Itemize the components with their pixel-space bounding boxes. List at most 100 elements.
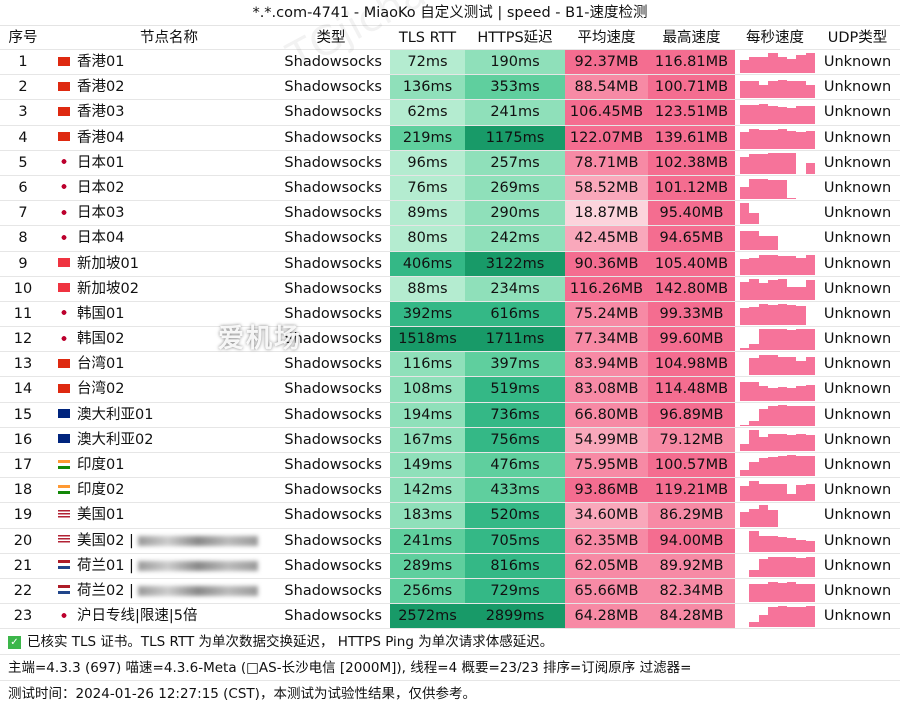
speed-bar (740, 308, 750, 326)
node-name: 日本04 (46, 226, 280, 250)
speed-bar (749, 461, 759, 477)
table-row[interactable]: 20 美国02 | Shadowsocks 241ms 705ms 62.35M… (0, 528, 900, 554)
node-name: 新加坡01 (46, 252, 280, 276)
per-second-speed-chart (735, 176, 815, 200)
index: 11 (13, 305, 33, 322)
speed-bar (786, 356, 797, 376)
max-speed: 99.60MB (648, 327, 735, 352)
node-name: 香港02 (46, 75, 280, 99)
index: 8 (18, 230, 28, 247)
speed-bar (758, 409, 769, 426)
tls-rtt: 116ms (390, 352, 465, 377)
max-speed: 119.21MB (648, 478, 735, 503)
speed-bar (758, 153, 769, 174)
table-row[interactable]: 15 澳大利亚01 Shadowsocks 194ms 736ms 66.80M… (0, 402, 900, 428)
udp-type: Unknown (823, 79, 892, 96)
index: 21 (13, 557, 33, 574)
https-latency: 729ms (465, 578, 565, 604)
speed-bar (758, 56, 769, 74)
table-row[interactable]: 4 香港04 Shadowsocks 219ms 1175ms 122.07MB… (0, 125, 900, 151)
table-row[interactable]: 5 日本01 Shadowsocks 96ms 257ms 78.71MB 10… (0, 150, 900, 176)
table-row[interactable]: 3 香港03 Shadowsocks 62ms 241ms 106.45MB 1… (0, 100, 900, 126)
per-second-speed-chart (735, 327, 815, 351)
https-latency: 290ms (465, 201, 565, 226)
per-second-speed-chart (735, 126, 815, 150)
table-row[interactable]: 16 澳大利亚02 Shadowsocks 167ms 756ms 54.99M… (0, 427, 900, 453)
node-name: 荷兰02 | (46, 579, 280, 603)
speed-bar (777, 106, 787, 124)
udp-type: Unknown (823, 305, 892, 322)
node-name: 日本01 (46, 151, 280, 175)
speed-bar (749, 421, 759, 426)
table-row[interactable]: 12 韩国02 Shadowsocks 1518ms 1711ms 77.34M… (0, 327, 900, 353)
table-row[interactable]: 18 印度02 Shadowsocks 142ms 433ms 93.86MB … (0, 478, 900, 504)
udp-type: Unknown (823, 457, 892, 473)
index: 22 (13, 582, 33, 599)
flag-hk-icon (58, 132, 70, 142)
tls-rtt: 72ms (390, 50, 465, 75)
avg-speed: 58.52MB (565, 175, 648, 201)
speed-bar (768, 556, 778, 577)
speed-bar (786, 607, 797, 628)
table-row[interactable]: 21 荷兰01 | Shadowsocks 289ms 816ms 62.05M… (0, 553, 900, 579)
per-second-speed-chart (735, 579, 815, 603)
table-row[interactable]: 1 香港01 Shadowsocks 72ms 190ms 92.37MB 11… (0, 50, 900, 76)
speed-bar (786, 455, 797, 477)
speed-bar (786, 388, 797, 401)
https-latency: 257ms (465, 150, 565, 175)
table-row[interactable]: 9 新加坡01 Shadowsocks 406ms 3122ms 90.36MB… (0, 251, 900, 277)
header-node-name: 节点名称 (140, 30, 198, 46)
speed-bar (740, 104, 750, 124)
udp-type: Unknown (823, 230, 892, 247)
table-row[interactable]: 10 新加坡02 Shadowsocks 88ms 234ms 116.26MB… (0, 276, 900, 302)
speed-bar (758, 329, 769, 351)
table-row[interactable]: 8 日本04 Shadowsocks 80ms 242ms 42.45MB 94… (0, 226, 900, 252)
speed-bar (805, 279, 815, 300)
speed-bar (740, 348, 750, 351)
node-type: Shadowsocks (284, 431, 382, 448)
node-name: 印度01 (46, 453, 280, 477)
avg-speed: 62.05MB (565, 553, 648, 578)
header-tls-rtt: TLS RTT (398, 30, 457, 46)
speed-bar (749, 481, 759, 502)
speed-bar (786, 493, 797, 502)
udp-type: Unknown (823, 582, 892, 599)
speed-bar (758, 303, 769, 326)
speed-bar (758, 505, 769, 527)
speed-bar (796, 386, 806, 401)
table-row[interactable]: 13 台湾01 Shadowsocks 116ms 397ms 83.94MB … (0, 352, 900, 378)
table-row[interactable]: 22 荷兰02 | Shadowsocks 256ms 729ms 65.66M… (0, 578, 900, 605)
node-name: 澳大利亚02 (46, 428, 280, 452)
per-second-speed-chart (735, 277, 815, 301)
table-row[interactable]: 7 日本03 Shadowsocks 89ms 290ms 18.87MB 95… (0, 201, 900, 227)
table-row[interactable]: 11 韩国01 Shadowsocks 392ms 616ms 75.24MB … (0, 301, 900, 328)
speed-bar (740, 469, 750, 477)
index: 10 (13, 280, 33, 297)
node-name: 香港04 (46, 126, 280, 150)
speed-bar (777, 556, 787, 577)
table-row[interactable]: 23 沪日专线|限速|5倍 Shadowsocks 2572ms 2899ms … (0, 604, 900, 630)
speed-bar (786, 108, 797, 124)
node-name: 新加坡02 (46, 277, 280, 301)
node-name: 印度02 (46, 478, 280, 502)
https-latency: 756ms (465, 427, 565, 452)
table-row[interactable]: 17 印度01 Shadowsocks 149ms 476ms 75.95MB … (0, 453, 900, 479)
speed-bar (740, 230, 750, 250)
https-latency: 242ms (465, 226, 565, 251)
table-row[interactable]: 19 美国01 Shadowsocks 183ms 520ms 34.60MB … (0, 503, 900, 529)
table-row[interactable]: 2 香港02 Shadowsocks 136ms 353ms 88.54MB 1… (0, 75, 900, 101)
avg-speed: 54.99MB (565, 427, 648, 452)
https-latency: 1711ms (465, 327, 565, 352)
node-name-text: 香港02 (77, 79, 125, 96)
avg-speed: 64.28MB (565, 604, 648, 629)
tls-rtt: 76ms (390, 175, 465, 201)
speed-bar (740, 485, 750, 502)
table-row[interactable]: 6 日本02 Shadowsocks 76ms 269ms 58.52MB 10… (0, 175, 900, 202)
node-type: Shadowsocks (284, 406, 382, 423)
speed-bar (786, 80, 797, 99)
avg-speed: 92.37MB (565, 50, 648, 75)
speed-bar (805, 53, 815, 74)
tls-rtt: 219ms (390, 125, 465, 150)
table-row[interactable]: 14 台湾02 Shadowsocks 108ms 519ms 83.08MB … (0, 377, 900, 403)
speed-bar (768, 457, 778, 477)
